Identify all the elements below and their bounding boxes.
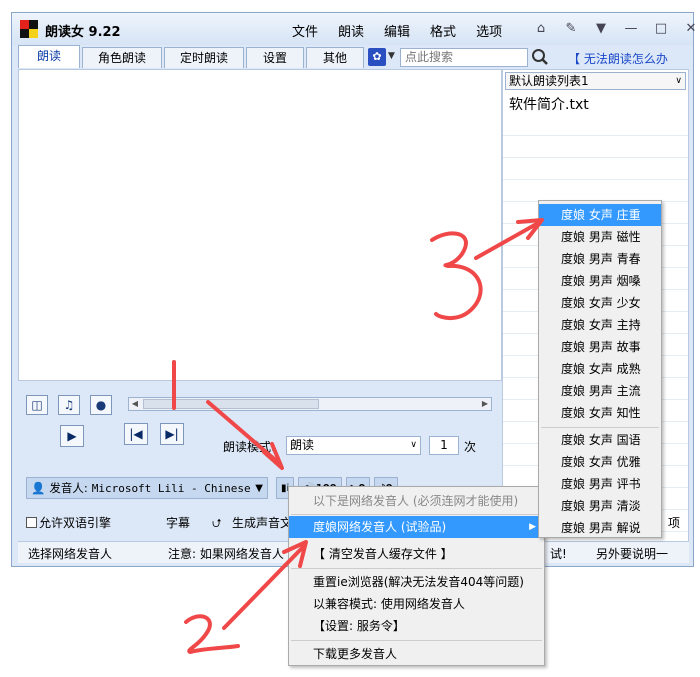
open-file-icon[interactable]: ◫ xyxy=(26,395,48,415)
menu-options[interactable]: 选项 xyxy=(476,21,502,40)
tab-settings[interactable]: 设置 xyxy=(246,47,304,68)
music-note-icon[interactable]: ♫ xyxy=(58,395,80,415)
home-icon[interactable]: ⌂ xyxy=(532,19,550,37)
menu-edit[interactable]: 编辑 xyxy=(384,21,410,40)
user-icon: 👤 xyxy=(31,481,46,495)
voice-item[interactable]: 度娘 女声 优雅 xyxy=(539,451,661,473)
voice-item[interactable]: 度娘 女声 庄重 xyxy=(539,204,661,226)
slider-left-icon[interactable]: ◀ xyxy=(129,398,141,410)
shirt-icon[interactable]: ▼ xyxy=(592,19,610,37)
ctx-header: 以下是网络发音人 (必须连网才能使用) xyxy=(313,494,519,508)
voice-label: 发音人: xyxy=(49,481,88,495)
slider-right-icon[interactable]: ▶ xyxy=(479,398,491,410)
repeat-count-unit: 次 xyxy=(464,440,477,454)
progress-slider[interactable]: ◀ ▶ xyxy=(128,397,492,411)
text-editor[interactable] xyxy=(18,69,502,381)
voice-item[interactable]: 度娘 男声 评书 xyxy=(539,473,661,495)
playlist-item[interactable]: 软件简介.txt xyxy=(509,94,589,114)
status-mid: 注意: 如果网络发音人 xyxy=(168,547,284,561)
voice-item[interactable]: 度娘 女声 主持 xyxy=(539,314,661,336)
options-right-label: 项 xyxy=(668,516,681,530)
ctx-settings[interactable]: 【设置: 服务令】 xyxy=(289,615,544,637)
gen-audio-icon: ⮍ xyxy=(212,516,222,530)
tab-read[interactable]: 朗读 xyxy=(18,45,80,68)
ctx-baidu-voices-label: 度娘网络发音人 (试验品) xyxy=(313,520,447,534)
search-input[interactable]: 点此搜索 xyxy=(400,48,528,67)
tab-role-read[interactable]: 角色朗读 xyxy=(82,47,162,68)
voice-item[interactable]: 度娘 男声 烟嗓 xyxy=(539,270,661,292)
chevron-down-icon: ∨ xyxy=(675,76,682,86)
voice-item[interactable]: 度娘 男声 磁性 xyxy=(539,226,661,248)
control-area: ◫ ♫ ● ◀ ▶ ▶ |◀ ▶| 朗读模式: 朗读 ∨ 1 次 xyxy=(18,383,502,479)
checkbox-box[interactable] xyxy=(26,517,37,528)
voice-item[interactable]: 度娘 女声 少女 xyxy=(539,292,661,314)
menu-bar: 文件 朗读 编辑 格式 选项 xyxy=(292,21,502,40)
voice-context-menu: 以下是网络发音人 (必须连网才能使用) 度娘网络发音人 (试验品) ▶ 【 清空… xyxy=(288,486,545,666)
voice-item[interactable]: 度娘 女声 成熟 xyxy=(539,358,661,380)
mode-select[interactable]: 朗读 ∨ xyxy=(286,436,421,455)
ctx-compat-mode[interactable]: 以兼容模式: 使用网络发音人 xyxy=(289,593,544,615)
ctx-download-more[interactable]: 下载更多发音人 xyxy=(289,643,544,665)
minimize-icon[interactable]: — xyxy=(622,19,640,37)
menu-format[interactable]: 格式 xyxy=(430,21,456,40)
submenu-separator xyxy=(541,427,659,428)
voice-item[interactable]: 度娘 男声 主流 xyxy=(539,380,661,402)
menu-read[interactable]: 朗读 xyxy=(338,21,364,40)
voice-name: Microsoft Lili - Chinese xyxy=(91,481,251,495)
status-right1: 试! xyxy=(550,547,567,561)
voice-item[interactable]: 度娘 女声 知性 xyxy=(539,402,661,424)
ctx-baidu-voices[interactable]: 度娘网络发音人 (试验品) ▶ xyxy=(289,516,544,538)
tab-timed-read[interactable]: 定时朗读 xyxy=(164,47,244,68)
chevron-down-icon: ▼ xyxy=(255,483,263,494)
tools-icon[interactable]: ✎ xyxy=(562,19,580,37)
subtitle-button[interactable]: 字幕 xyxy=(166,514,190,531)
voice-selector[interactable]: 👤 发音人: Microsoft Lili - Chinese ▼ xyxy=(26,477,268,499)
menu-file[interactable]: 文件 xyxy=(292,21,318,40)
slider-thumb[interactable] xyxy=(143,399,319,409)
ctx-clear-cache[interactable]: 【 清空发音人缓存文件 】 xyxy=(289,543,544,565)
paw-icon[interactable]: ✿ xyxy=(368,48,386,66)
title-bar: 朗读女 9.22 文件 朗读 编辑 格式 选项 ⌂ ✎ ▼ — □ ✕ xyxy=(12,13,696,45)
annotation-number-2 xyxy=(184,614,240,654)
play-button[interactable]: ▶ xyxy=(60,425,84,447)
bilingual-checkbox[interactable]: 允许双语引擎 xyxy=(26,514,111,531)
help-link[interactable]: 【 无法朗读怎么办 xyxy=(568,50,692,67)
mode-label: 朗读模式: xyxy=(223,440,276,454)
bilingual-label: 允许双语引擎 xyxy=(39,516,112,530)
search-engine-dropdown-icon[interactable]: ▼ xyxy=(388,51,395,61)
maximize-icon[interactable]: □ xyxy=(652,19,670,37)
close-icon[interactable]: ✕ xyxy=(682,19,700,37)
status-right2: 另外要说明一 xyxy=(596,547,669,561)
submenu-arrow-icon: ▶ xyxy=(529,522,536,532)
playlist-selected: 默认朗读列表1 xyxy=(509,74,589,88)
playlist-select[interactable]: 默认朗读列表1 ∨ xyxy=(505,72,686,90)
gen-audio-button[interactable]: 生成声音文 xyxy=(232,514,292,531)
chevron-down-icon: ∨ xyxy=(410,440,417,450)
microphone-icon[interactable]: ● xyxy=(90,395,112,415)
status-left: 选择网络发音人 xyxy=(28,547,113,561)
baidu-voice-submenu: 度娘 女声 庄重 度娘 男声 磁性 度娘 男声 青春 度娘 男声 烟嗓 度娘 女… xyxy=(538,200,662,538)
tab-other[interactable]: 其他 xyxy=(306,47,364,68)
ctx-separator xyxy=(291,640,542,641)
voice-item[interactable]: 度娘 男声 清淡 xyxy=(539,495,661,517)
app-title: 朗读女 9.22 xyxy=(45,25,121,40)
ctx-reset-ie[interactable]: 重置ie浏览器(解决无法发音404等问题) xyxy=(289,571,544,593)
prev-button[interactable]: |◀ xyxy=(124,423,148,445)
repeat-count-input[interactable]: 1 xyxy=(429,436,459,455)
mode-value: 朗读 xyxy=(290,438,315,452)
voice-item[interactable]: 度娘 男声 青春 xyxy=(539,248,661,270)
tab-strip: 朗读 角色朗读 定时朗读 设置 其他 xyxy=(18,45,366,68)
ctx-separator xyxy=(291,514,542,515)
search-icon[interactable] xyxy=(531,48,549,66)
voice-item[interactable]: 度娘 男声 解说 xyxy=(539,517,661,539)
title-icons: ⌂ ✎ ▼ — □ ✕ xyxy=(532,19,700,37)
ctx-separator xyxy=(291,568,542,569)
next-button[interactable]: ▶| xyxy=(160,423,184,445)
voice-item[interactable]: 度娘 女声 国语 xyxy=(539,429,661,451)
app-logo-icon xyxy=(20,20,38,38)
voice-item[interactable]: 度娘 男声 故事 xyxy=(539,336,661,358)
